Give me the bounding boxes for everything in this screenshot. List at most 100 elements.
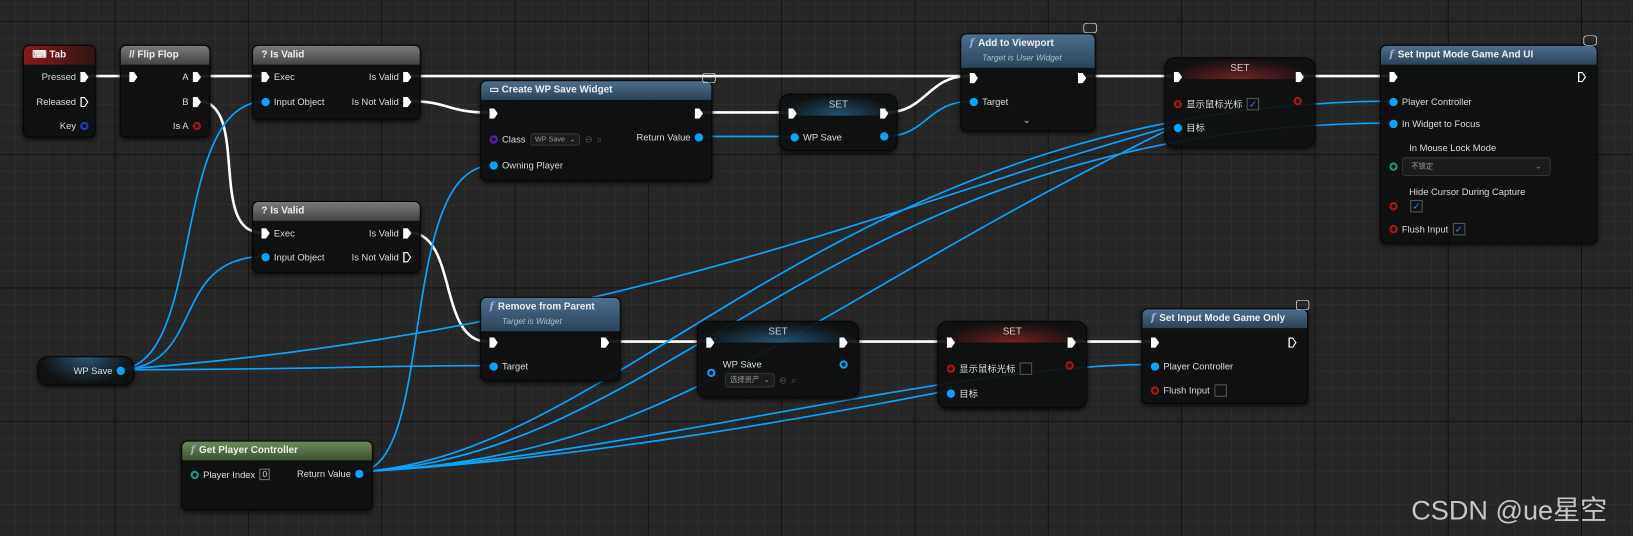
released-pin[interactable]: Released — [36, 97, 88, 107]
exec-in-pin[interactable] — [1173, 71, 1183, 83]
exec-pin-icon — [1173, 71, 1183, 83]
show-cursor-out-pin[interactable] — [1293, 96, 1302, 106]
exec-pin-icon — [261, 228, 270, 239]
flush-input-pin[interactable]: Flush Input — [1150, 384, 1227, 397]
use-selected-icon[interactable]: ⊖ — [585, 134, 593, 145]
class-dropdown[interactable]: WP Save ⌄ — [529, 133, 581, 146]
exec-in-pin[interactable] — [129, 71, 138, 83]
set-wp-save-node-2[interactable]: SET WP Save 选择资产 ⌄ ⊖ ⌕ — [696, 320, 860, 398]
exec-out-pin[interactable] — [694, 108, 704, 119]
target-pin[interactable]: 目标 — [946, 386, 978, 400]
flush-input-pin[interactable]: Flush Input ✓ — [1389, 222, 1465, 236]
is-valid-node-1[interactable]: ? Is Valid Exec Input Object Is Valid Is… — [252, 44, 421, 120]
object-pin-icon — [489, 362, 498, 371]
exec-out-pin[interactable] — [880, 108, 889, 119]
flip-flop-node[interactable]: // Flip Flop A B Is A — [119, 44, 211, 138]
exec-in-pin[interactable] — [1389, 71, 1398, 83]
exec-out-pin[interactable] — [839, 337, 848, 348]
wp-save-in-pin[interactable]: WP Save — [790, 132, 842, 143]
flush-input-checkbox[interactable]: ✓ — [1452, 222, 1465, 236]
exec-out-pin[interactable] — [1288, 337, 1296, 347]
flush-input-checkbox[interactable] — [1213, 384, 1227, 397]
show-cursor-checkbox[interactable]: ✓ — [1246, 97, 1260, 110]
mouse-lock-pin[interactable]: 不锁定 ⌄ — [1389, 157, 1551, 177]
exec-in-pin[interactable] — [946, 337, 956, 348]
exec-out-pin[interactable] — [1067, 337, 1076, 348]
bool-pin-icon — [1173, 99, 1183, 108]
player-index-input[interactable]: 0 — [259, 468, 271, 481]
is-not-valid-pin[interactable]: Is Not Valid — [352, 96, 412, 108]
a-pin[interactable]: A — [182, 71, 202, 83]
player-controller-pin[interactable]: Player Controller — [1150, 361, 1233, 372]
wp-save-out-pin[interactable]: WP Save — [74, 366, 125, 376]
is-valid-pin[interactable]: Is Valid — [369, 71, 412, 83]
exec-in-pin[interactable]: Exec — [261, 71, 295, 83]
target-pin[interactable]: Target — [489, 361, 528, 372]
show-cursor-out-pin[interactable] — [1065, 361, 1074, 370]
exec-in-pin[interactable] — [489, 108, 498, 119]
exec-in-pin[interactable] — [788, 108, 797, 119]
return-value-pin[interactable]: Return Value — [636, 132, 704, 143]
is-valid-pin[interactable]: Is Valid — [369, 228, 412, 239]
asset-picker[interactable]: 选择资产 ⌄ ⊖ ⌕ — [724, 372, 796, 388]
target-pin[interactable]: Target — [969, 97, 1008, 107]
is-not-valid-pin[interactable]: Is Not Valid — [352, 252, 412, 262]
wp-save-in-pin[interactable] — [707, 368, 716, 378]
show-cursor-pin[interactable]: 显示鼠标光标 — [946, 361, 1033, 375]
exec-pin-icon — [489, 108, 498, 119]
function-icon: f — [190, 444, 195, 457]
is-a-pin[interactable]: Is A — [173, 121, 202, 131]
exec-in-pin[interactable] — [1150, 337, 1160, 348]
set-wp-save-node[interactable]: SET WP Save — [779, 93, 898, 152]
player-controller-pin[interactable]: Player Controller — [1389, 97, 1472, 107]
b-pin[interactable]: B — [182, 96, 202, 108]
player-index-pin[interactable]: Player Index 0 — [190, 468, 271, 481]
exec-in-pin[interactable]: Exec — [261, 228, 295, 239]
tab-key-event-node[interactable]: ⌨ Tab Pressed Released Key — [22, 44, 96, 138]
exec-in-pin[interactable] — [706, 337, 715, 348]
exec-in-pin[interactable] — [489, 337, 498, 348]
object-pin-icon — [707, 368, 716, 378]
set-show-cursor-node-2[interactable]: SET 显示鼠标光标 目标 — [937, 320, 1088, 409]
widget-to-focus-pin[interactable]: In Widget to Focus — [1389, 119, 1480, 129]
mouse-lock-dropdown[interactable]: 不锁定 ⌄ — [1401, 157, 1551, 177]
set-input-mode-game-only-node[interactable]: f Set Input Mode Game Only Player Control… — [1141, 308, 1309, 405]
browse-search-icon[interactable]: ⌕ — [597, 134, 602, 145]
hide-cursor-checkbox[interactable]: ✓ — [1410, 199, 1423, 213]
owning-player-pin[interactable]: Owning Player — [489, 160, 563, 171]
hide-cursor-pin[interactable]: ✓ — [1389, 199, 1423, 213]
browse-search-icon[interactable]: ⌕ — [791, 374, 796, 385]
wp-save-out-pin[interactable] — [839, 360, 848, 369]
exec-pin-icon — [839, 337, 848, 348]
is-valid-node-2[interactable]: ? Is Valid Exec Input Object Is Valid Is… — [252, 201, 421, 273]
return-value-pin[interactable]: Return Value — [297, 469, 364, 479]
exec-out-pin[interactable] — [1295, 71, 1304, 83]
exec-out-pin[interactable] — [1578, 72, 1586, 82]
data-wire — [357, 389, 950, 473]
wp-save-out-pin[interactable] — [880, 132, 889, 141]
object-pin-icon — [261, 253, 270, 262]
show-cursor-pin[interactable]: 显示鼠标光标 ✓ — [1173, 97, 1260, 111]
target-pin[interactable]: 目标 — [1173, 121, 1205, 135]
input-object-pin[interactable]: Input Object — [261, 252, 324, 262]
blueprint-graph[interactable]: ⌨ Tab Pressed Released Key // Flip Flop … — [0, 0, 1633, 536]
use-selected-icon[interactable]: ⊖ — [779, 374, 787, 385]
wp-save-variable-node[interactable]: WP Save — [37, 356, 135, 386]
class-pin[interactable]: Class WP Save ⌄ ⊖ ⌕ — [489, 133, 602, 146]
asset-dropdown[interactable]: 选择资产 ⌄ — [724, 372, 775, 388]
exec-in-pin[interactable] — [969, 72, 978, 84]
pressed-pin[interactable]: Pressed — [42, 71, 89, 83]
exec-out-pin[interactable] — [600, 337, 610, 348]
key-pin[interactable]: Key — [60, 121, 89, 131]
show-cursor-checkbox[interactable] — [1019, 361, 1033, 375]
expand-chevron-icon[interactable]: ⌄ — [1023, 115, 1031, 126]
input-object-pin[interactable]: Input Object — [261, 97, 324, 107]
exec-out-pin[interactable] — [1077, 72, 1087, 84]
add-to-viewport-node[interactable]: f Add to Viewport Target is User Widget Ta… — [960, 33, 1096, 132]
set-input-mode-game-and-ui-node[interactable]: f Set Input Mode Game And UI Player Contr… — [1379, 44, 1598, 244]
get-player-controller-node[interactable]: f Get Player Controller Player Index 0 Ret… — [181, 440, 373, 511]
monitor-icon: 🖵 — [1083, 18, 1098, 36]
set-show-cursor-node-1[interactable]: SET 显示鼠标光标 ✓ 目标 — [1164, 57, 1316, 148]
create-widget-node[interactable]: ▭ Create WP Save Widget Class WP Save ⌄ ⊖ ⌕ … — [480, 80, 713, 182]
remove-from-parent-node[interactable]: f Remove from Parent Target is Widget Targ… — [480, 296, 621, 382]
